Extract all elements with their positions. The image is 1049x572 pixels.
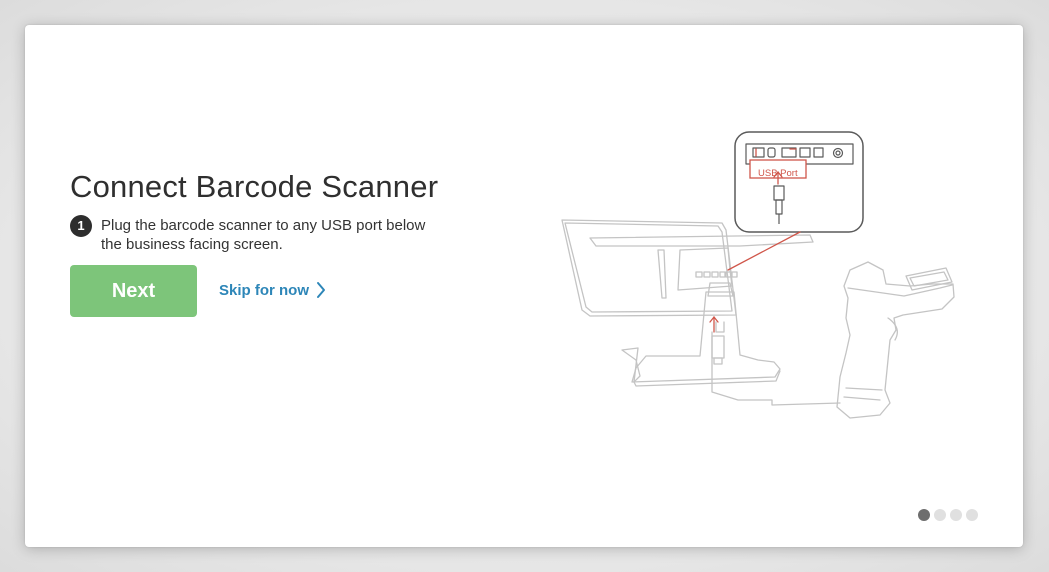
- page-dot-2[interactable]: [934, 509, 946, 521]
- chevron-right-icon: [317, 282, 325, 298]
- skip-for-now-link[interactable]: Skip for now: [219, 281, 326, 299]
- page-dot-3[interactable]: [950, 509, 962, 521]
- usb-port-label: USB Port: [758, 168, 798, 179]
- step-instruction-text: Plug the barcode scanner to any USB port…: [101, 217, 426, 253]
- next-button[interactable]: Next: [70, 265, 197, 317]
- page-title: Connect Barcode Scanner: [70, 169, 439, 204]
- onboarding-card: Connect Barcode Scanner 1 Plug the barco…: [25, 25, 1023, 547]
- page-dot-4[interactable]: [966, 509, 978, 521]
- step-number-badge: 1: [70, 215, 92, 237]
- page-dot-1[interactable]: [918, 509, 930, 521]
- skip-label: Skip for now: [219, 281, 309, 299]
- page-indicator: [918, 509, 982, 521]
- pos-scanner-illustration: USB Port: [561, 131, 955, 419]
